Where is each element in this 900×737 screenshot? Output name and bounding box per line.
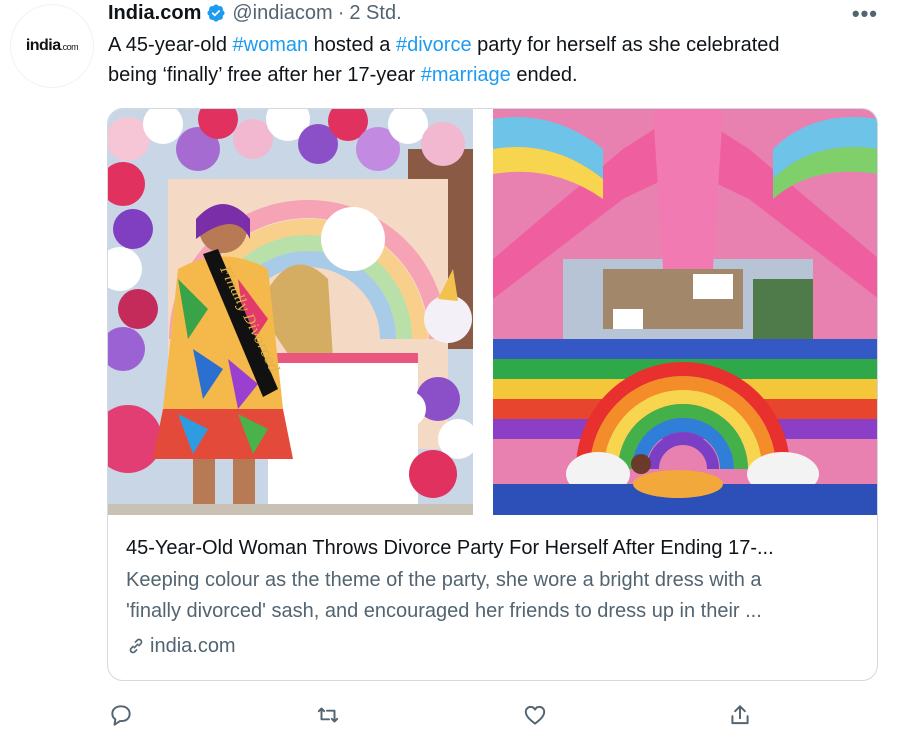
bouncy-castle-illustration (493, 109, 877, 515)
card-description-line2: 'finally divorced' sash, and encouraged … (126, 600, 762, 622)
author-name[interactable]: India.com (108, 2, 201, 25)
hashtag-divorce[interactable]: #divorce (396, 34, 472, 56)
card-domain-text: india.com (150, 635, 236, 657)
card-body[interactable]: 45-Year-Old Woman Throws Divorce Party F… (108, 515, 877, 661)
share-icon[interactable] (727, 702, 753, 728)
separator-dot: · (337, 1, 345, 24)
card-media[interactable]: Finally Divorced (108, 109, 877, 515)
author-avatar[interactable]: india.com (10, 4, 94, 88)
hashtag-woman[interactable]: #woman (233, 34, 309, 56)
verified-badge-icon (207, 4, 225, 22)
card-title[interactable]: 45-Year-Old Woman Throws Divorce Party F… (126, 533, 866, 563)
tweet-text: A 45-year-old #woman hosted a #divorce p… (108, 34, 780, 86)
more-icon[interactable]: ••• (852, 1, 878, 27)
bouncy-castle-photo (493, 109, 877, 515)
reply-icon[interactable] (108, 702, 134, 728)
card-domain[interactable]: india.com (126, 631, 861, 661)
card-description-line1: Keeping colour as the theme of the party… (126, 569, 762, 591)
party-photo-illustration: Finally Divorced (108, 109, 473, 515)
timestamp[interactable]: 2 Std. (349, 2, 401, 25)
hashtag-marriage[interactable]: #marriage (421, 64, 511, 86)
tweet-header: India.com @indiacom · 2 Std. (108, 0, 402, 26)
link-icon (129, 638, 143, 654)
avatar-logo: india.com (25, 37, 79, 54)
card-description: Keeping colour as the theme of the party… (126, 565, 866, 627)
like-icon[interactable] (522, 702, 548, 728)
link-card[interactable]: Finally Divorced 45-Year-Old Woman Throw… (107, 108, 878, 681)
retweet-icon[interactable] (315, 702, 341, 728)
tweet-actions (0, 700, 900, 730)
author-handle[interactable]: @indiacom (232, 2, 332, 25)
party-photo: Finally Divorced (108, 109, 493, 515)
